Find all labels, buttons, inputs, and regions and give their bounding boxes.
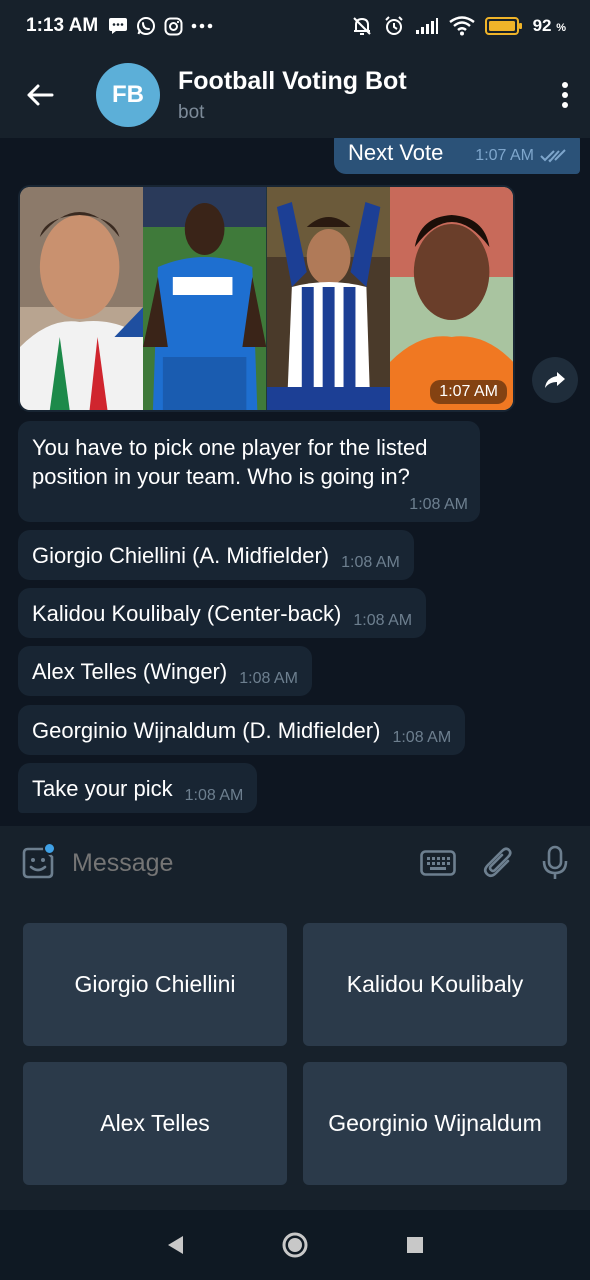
message-time: 1:08 AM bbox=[341, 554, 400, 571]
circle-home-icon bbox=[282, 1232, 308, 1258]
message-icon bbox=[108, 17, 128, 35]
incoming-message[interactable]: Take your pick 1:08 AM bbox=[18, 763, 258, 813]
message-input[interactable] bbox=[72, 848, 394, 878]
arrow-left-icon bbox=[27, 84, 54, 106]
keyboard-button[interactable]: Georginio Wijnaldum bbox=[303, 1062, 567, 1185]
notification-dot bbox=[43, 842, 56, 855]
attach-button[interactable] bbox=[482, 841, 514, 885]
wifi-icon bbox=[448, 16, 475, 36]
nav-back-button[interactable] bbox=[165, 1234, 185, 1256]
player-photo-1 bbox=[20, 187, 144, 410]
chat-header: FB Football Voting Bot bot bbox=[0, 52, 590, 138]
system-navigation-bar bbox=[0, 1210, 590, 1280]
back-button[interactable] bbox=[0, 52, 80, 138]
avatar[interactable]: FB bbox=[96, 63, 160, 127]
message-time: 1:08 AM bbox=[409, 496, 468, 513]
microphone-icon bbox=[542, 845, 568, 879]
share-arrow-icon bbox=[545, 372, 565, 388]
incoming-message[interactable]: Kalidou Koulibaly (Center-back) 1:08 AM bbox=[18, 588, 427, 638]
more-dots-icon bbox=[191, 23, 213, 29]
nav-recents-button[interactable] bbox=[405, 1235, 425, 1255]
triangle-back-icon bbox=[168, 1236, 183, 1254]
battery-icon bbox=[484, 16, 523, 36]
message-text: Kalidou Koulibaly (Center-back) bbox=[32, 601, 342, 626]
status-bar: 1:13 AM 92 % bbox=[0, 0, 590, 52]
voice-button[interactable] bbox=[540, 841, 570, 885]
message-text: Take your pick bbox=[32, 776, 173, 801]
double-check-icon bbox=[540, 149, 566, 163]
message-text: Georginio Wijnaldum (D. Midfielder) bbox=[32, 718, 381, 743]
message-time: 1:08 AM bbox=[392, 729, 452, 746]
chat-area[interactable]: Next Vote 1:07 AM 1:07 AM You have to pi… bbox=[0, 138, 590, 826]
player-photo-2 bbox=[143, 187, 267, 410]
player-photo-3 bbox=[266, 187, 390, 410]
keyboard-button[interactable]: Giorgio Chiellini bbox=[23, 923, 287, 1046]
bot-keyboard: Giorgio Chiellini Kalidou Koulibaly Alex… bbox=[0, 900, 590, 1210]
message-time: 1:08 AM bbox=[184, 787, 244, 804]
incoming-message[interactable]: Alex Telles (Winger) 1:08 AM bbox=[18, 646, 312, 696]
more-menu-button[interactable] bbox=[540, 52, 590, 138]
message-input-bar bbox=[0, 826, 590, 900]
message-time: 1:08 AM bbox=[353, 612, 413, 629]
chat-title: Football Voting Bot bbox=[178, 66, 407, 95]
signal-icon bbox=[415, 17, 439, 35]
keyboard-button[interactable]: Kalidou Koulibaly bbox=[303, 923, 567, 1046]
incoming-message[interactable]: Giorgio Chiellini (A. Midfielder) 1:08 A… bbox=[18, 530, 414, 580]
paperclip-icon bbox=[483, 847, 512, 878]
player-photo-4 bbox=[389, 187, 513, 410]
status-time: 1:13 AM bbox=[26, 15, 99, 36]
message-time: 1:07 AM bbox=[475, 147, 534, 164]
silent-icon bbox=[351, 15, 373, 37]
photo-message[interactable]: 1:07 AM bbox=[18, 185, 515, 412]
whatsapp-icon bbox=[136, 16, 156, 36]
incoming-message[interactable]: Georginio Wijnaldum (D. Midfielder) 1:08… bbox=[18, 705, 466, 755]
message-text: Giorgio Chiellini (A. Midfielder) bbox=[32, 543, 330, 568]
square-recents-icon bbox=[407, 1237, 423, 1253]
keyboard-toggle-button[interactable] bbox=[420, 841, 456, 885]
sticker-button[interactable] bbox=[20, 842, 56, 884]
alarm-icon bbox=[383, 15, 405, 37]
message-text: You have to pick one player for the list… bbox=[32, 435, 428, 489]
message-text: Alex Telles (Winger) bbox=[32, 659, 228, 684]
photo-time: 1:07 AM bbox=[430, 380, 507, 404]
incoming-message[interactable]: You have to pick one player for the list… bbox=[18, 421, 480, 522]
keyboard-button[interactable]: Alex Telles bbox=[23, 1062, 287, 1185]
keyboard-icon bbox=[420, 850, 456, 876]
message-time: 1:08 AM bbox=[239, 670, 298, 687]
message-text: Next Vote bbox=[348, 140, 444, 165]
nav-home-button[interactable] bbox=[281, 1231, 309, 1259]
chat-info[interactable]: Football Voting Bot bot bbox=[178, 67, 407, 124]
chat-subtitle: bot bbox=[178, 101, 205, 123]
share-button[interactable] bbox=[532, 357, 578, 403]
battery-percent: 92 % bbox=[532, 16, 566, 35]
instagram-icon bbox=[164, 17, 183, 36]
outgoing-message[interactable]: Next Vote 1:07 AM bbox=[334, 138, 580, 174]
vertical-dots-icon bbox=[562, 82, 568, 108]
